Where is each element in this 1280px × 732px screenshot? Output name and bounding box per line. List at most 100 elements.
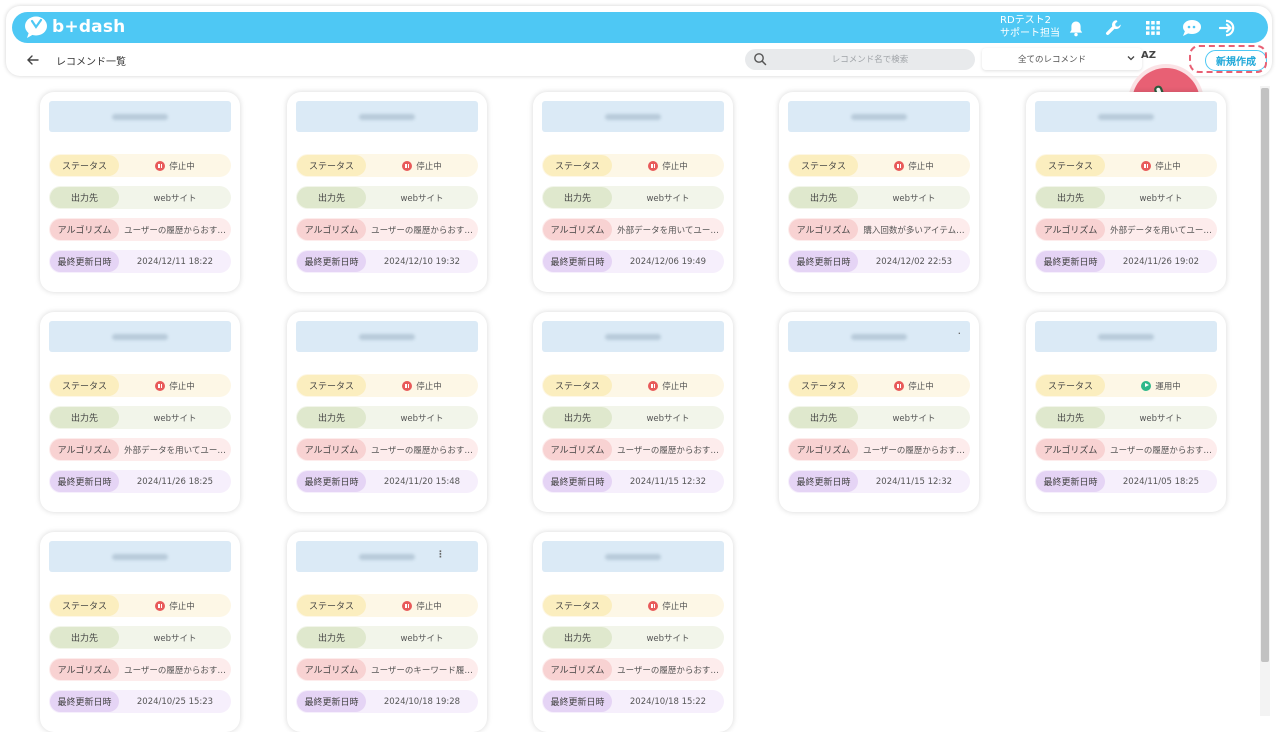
card-name-blurred[interactable]	[296, 321, 478, 352]
card-menu-icon[interactable]: ·	[958, 330, 961, 338]
algorithm-label: アルゴリズム	[50, 219, 119, 240]
updated-row: 最終更新日時 2024/10/18 15:22	[542, 690, 724, 713]
card-name-blurred[interactable]	[49, 101, 231, 132]
recommend-card[interactable]: ステータス 停止中 出力先 webサイト アルゴリズム ユーザーのキーワード履… 最終更新日…	[287, 532, 487, 732]
status-value: 停止中	[368, 594, 476, 617]
algorithm-value: ユーザーの履歴からおす…	[1110, 445, 1212, 456]
bell-icon[interactable]	[1065, 17, 1087, 39]
algorithm-row: アルゴリズム 外部データを用いてユー…	[1035, 218, 1217, 241]
output-row: 出力先 webサイト	[296, 626, 478, 649]
search-input[interactable]	[775, 49, 965, 70]
logout-icon[interactable]	[1218, 17, 1240, 39]
algorithm-row: アルゴリズム 購入回数が多いアイテム…	[788, 218, 970, 241]
updated-value: 2024/11/15 12:32	[629, 476, 707, 487]
card-name-blurred[interactable]	[542, 101, 724, 132]
algorithm-label: アルゴリズム	[297, 219, 366, 240]
recommend-card[interactable]: ステータス 停止中 出力先 webサイト アルゴリズム ユーザーの履歴からおす… 最終更新日…	[533, 312, 733, 512]
status-label: ステータス	[50, 595, 119, 616]
output-row: 出力先 webサイト	[788, 186, 970, 209]
output-value: webサイト	[646, 193, 690, 204]
recommend-card[interactable]: ステータス 停止中 出力先 webサイト アルゴリズム ユーザーの履歴からおす… 最終更新日…	[40, 532, 240, 732]
output-value: webサイト	[1139, 193, 1183, 204]
algorithm-row: アルゴリズム ユーザーのキーワード履…	[296, 658, 478, 681]
card-name-blurred[interactable]	[542, 321, 724, 352]
status-value: 停止中	[121, 154, 229, 177]
status-text: 停止中	[169, 381, 195, 392]
status-row: ステータス 停止中	[296, 374, 478, 397]
toolbar: レコメンド一覧 全てのレコメンド AZ 新規作成	[12, 47, 1268, 73]
logo[interactable]: b+dash	[24, 15, 125, 39]
status-row: ステータス 停止中	[788, 374, 970, 397]
output-label: 出力先	[50, 407, 119, 428]
grid-icon[interactable]	[1142, 17, 1164, 39]
chat-bot-icon[interactable]	[1180, 17, 1202, 39]
updated-label: 最終更新日時	[50, 691, 119, 712]
output-label: 出力先	[543, 407, 612, 428]
recommend-card[interactable]: ステータス 停止中 出力先 webサイト アルゴリズム ユーザーの履歴からおす… 最終更新日…	[287, 312, 487, 512]
pause-icon	[402, 380, 413, 391]
algorithm-value: ユーザーの履歴からおす…	[617, 665, 719, 676]
status-value: 停止中	[121, 594, 229, 617]
recommend-card[interactable]: ステータス 停止中 出力先 webサイト アルゴリズム 外部データを用いてユー… 最終更新日…	[1026, 92, 1226, 292]
status-value: 停止中	[860, 154, 968, 177]
output-row: 出力先 webサイト	[296, 406, 478, 429]
status-row: ステータス 停止中	[1035, 154, 1217, 177]
card-name-blurred[interactable]	[542, 541, 724, 572]
scrollbar-thumb[interactable]	[1261, 88, 1269, 662]
algorithm-row: アルゴリズム ユーザーの履歴からおす…	[1035, 438, 1217, 461]
recommend-card[interactable]: ステータス 停止中 出力先 webサイト アルゴリズム ユーザーの履歴からおす… 最終更新日…	[287, 92, 487, 292]
recommend-card[interactable]: ステータス 停止中 出力先 webサイト アルゴリズム 外部データを用いてユー… 最終更新日…	[533, 92, 733, 292]
blurred-text	[1098, 333, 1154, 340]
card-menu-icon[interactable]: ⋮	[436, 550, 445, 560]
output-value: webサイト	[1139, 413, 1183, 424]
output-row: 出力先 webサイト	[1035, 406, 1217, 429]
recommend-card[interactable]: ステータス 停止中 出力先 webサイト アルゴリズム ユーザーの履歴からおす… 最終更新日…	[779, 312, 979, 512]
pause-icon	[648, 600, 659, 611]
status-label: ステータス	[789, 155, 858, 176]
updated-row: 最終更新日時 2024/12/10 19:32	[296, 250, 478, 273]
blurred-text	[112, 113, 168, 120]
output-label: 出力先	[543, 187, 612, 208]
output-row: 出力先 webサイト	[542, 186, 724, 209]
status-value: 停止中	[368, 374, 476, 397]
output-row: 出力先 webサイト	[1035, 186, 1217, 209]
updated-label: 最終更新日時	[543, 251, 612, 272]
status-text: 停止中	[908, 161, 934, 172]
status-value: 停止中	[614, 594, 722, 617]
updated-label: 最終更新日時	[543, 471, 612, 492]
recommend-card[interactable]: ステータス 停止中 出力先 webサイト アルゴリズム ユーザーの履歴からおす… 最終更新日…	[533, 532, 733, 732]
blurred-text	[851, 113, 907, 120]
card-name-blurred[interactable]	[1035, 101, 1217, 132]
pause-icon	[894, 160, 905, 171]
card-name-blurred[interactable]	[49, 541, 231, 572]
updated-label: 最終更新日時	[1036, 471, 1105, 492]
status-value: 停止中	[860, 374, 968, 397]
recommend-card[interactable]: ステータス 停止中 出力先 webサイト アルゴリズム ユーザーの履歴からおす… 最終更新日…	[40, 92, 240, 292]
status-row: ステータス 停止中	[49, 374, 231, 397]
algorithm-label: アルゴリズム	[1036, 439, 1105, 460]
card-name-blurred[interactable]	[49, 321, 231, 352]
recommend-card[interactable]: ステータス 運用中 出力先 webサイト アルゴリズム ユーザーの履歴からおす… 最終更新日…	[1026, 312, 1226, 512]
updated-row: 最終更新日時 2024/10/18 19:28	[296, 690, 478, 713]
card-name-blurred[interactable]	[296, 101, 478, 132]
back-arrow-icon[interactable]	[26, 53, 40, 67]
card-name-blurred[interactable]	[1035, 321, 1217, 352]
card-name-blurred[interactable]	[788, 321, 970, 352]
user-name: RDテスト2	[1000, 15, 1052, 26]
output-label: 出力先	[1036, 187, 1105, 208]
pause-icon	[648, 160, 659, 171]
updated-label: 最終更新日時	[297, 251, 366, 272]
recommend-card[interactable]: ステータス 停止中 出力先 webサイト アルゴリズム 購入回数が多いアイテム… 最終更新日…	[779, 92, 979, 292]
algorithm-value: ユーザーの履歴からおす…	[371, 445, 473, 456]
recommend-filter-select[interactable]: 全てのレコメンド	[982, 48, 1142, 70]
card-name-blurred[interactable]	[296, 541, 478, 572]
card-name-blurred[interactable]	[788, 101, 970, 132]
blurred-text	[605, 113, 661, 120]
status-text: 停止中	[662, 601, 688, 612]
algorithm-row: アルゴリズム 外部データを用いてユー…	[542, 218, 724, 241]
algorithm-value: ユーザーの履歴からおす…	[617, 445, 719, 456]
wrench-icon[interactable]	[1103, 17, 1125, 39]
algorithm-row: アルゴリズム ユーザーの履歴からおす…	[296, 218, 478, 241]
status-row: ステータス 停止中	[296, 154, 478, 177]
recommend-card[interactable]: ステータス 停止中 出力先 webサイト アルゴリズム 外部データを用いてユー… 最終更新日…	[40, 312, 240, 512]
